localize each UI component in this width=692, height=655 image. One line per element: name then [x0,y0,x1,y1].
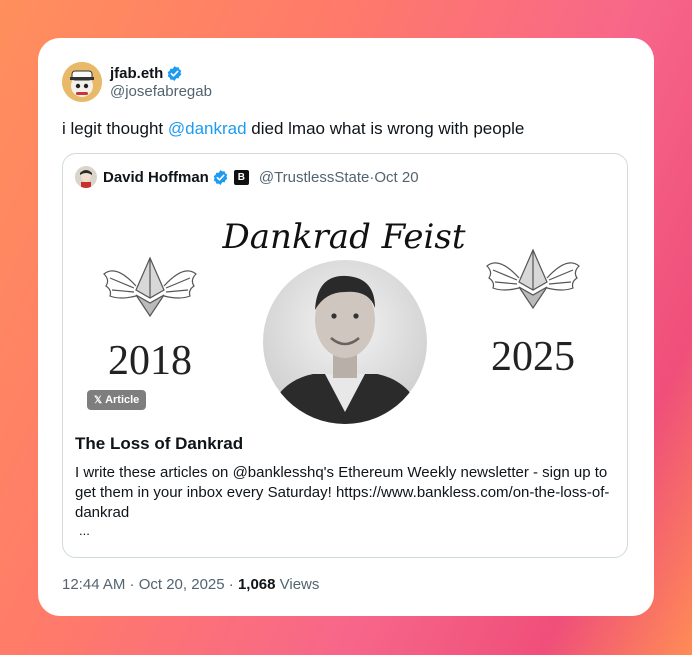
quote-avatar[interactable] [75,166,97,188]
quote-header: David Hoffman B @TrustlessState · Oct 20 [75,166,419,188]
quote-date[interactable]: Oct 20 [374,169,418,186]
quote-author-handle[interactable]: @TrustlessState [259,169,370,186]
quote-author-name[interactable]: David Hoffman [103,169,209,186]
avatar[interactable] [62,62,102,102]
article-ellipsis: ... [79,523,90,538]
views-count: 1,068 [237,576,276,593]
article-badge: 𝕏 Article [87,390,147,410]
tweet-footer: 12:44 AM · Oct 20, 2025 · 1,068 Views [62,576,319,593]
verified-badge-icon [213,169,228,185]
quoted-tweet[interactable]: David Hoffman B @TrustlessState · Oct 20 [62,153,628,558]
year-right-text: 2025 [491,334,575,380]
verified-badge-icon [168,65,182,81]
article-badge-label: Article [105,394,140,406]
tweet-card[interactable]: jfab.eth @josefabregab i legit thought @… [38,38,654,616]
article-cover-image[interactable]: 2018 2025 Dankrad Feist [63,202,628,430]
year-left-text: 2018 [108,338,192,384]
x-logo-icon: 𝕏 [94,394,103,406]
tweet-text-after: died lmao what is wrong with people [246,119,525,138]
tweet-timestamp[interactable]: 12:44 AM · Oct 20, 2025 · [62,576,238,593]
views-label: Views [275,576,320,593]
tweet-text: i legit thought @dankrad died lmao what … [62,118,524,140]
author-handle[interactable]: @josefabregab [110,83,212,100]
tweet-header: jfab.eth @josefabregab [62,62,212,102]
tweet-text-before: i legit thought [62,119,168,138]
author-name[interactable]: jfab.eth [110,65,163,82]
article-description: I write these articles on @banklesshq's … [75,464,610,521]
article-title[interactable]: The Loss of Dankrad [75,434,243,454]
script-title-text: Dankrad Feist [222,217,466,257]
affiliate-badge-icon: B [233,169,249,185]
mention-link[interactable]: @dankrad [168,119,247,138]
